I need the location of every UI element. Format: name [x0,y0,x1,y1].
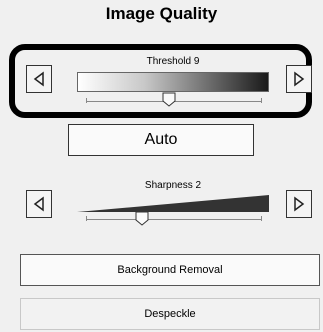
background-removal-button[interactable]: Background Removal [20,254,320,286]
threshold-gradient-bar [77,72,269,92]
threshold-slider-tick-start [86,98,87,103]
sharpness-increase-button[interactable] [286,190,312,218]
triangle-left-icon [33,71,44,87]
slider-thumb-icon [162,92,176,107]
sharpness-slider-line [86,219,262,220]
sharpness-slider-thumb[interactable] [135,211,149,226]
threshold-slider-tick-end [261,98,262,103]
sharpness-wedge [77,195,269,212]
threshold-label: Threshold 9 [146,56,200,67]
threshold-slider-thumb[interactable] [162,92,176,107]
panel-title: Image Quality [105,4,218,23]
sharpness-slider-tick-end [261,216,262,221]
threshold-decrease-button[interactable] [26,65,52,93]
slider-thumb-icon [135,211,149,226]
threshold-increase-button[interactable] [286,65,312,93]
sharpness-decrease-button[interactable] [26,190,52,218]
sharpness-label: Sharpness 2 [144,180,202,191]
sharpness-slider-tick-start [86,216,87,221]
sharpness-slider-track[interactable] [86,216,262,224]
triangle-right-icon [294,196,305,212]
triangle-right-icon [294,71,305,87]
auto-button[interactable]: Auto [68,124,254,156]
despeckle-button[interactable]: Despeckle [20,298,320,330]
triangle-left-icon [33,196,44,212]
